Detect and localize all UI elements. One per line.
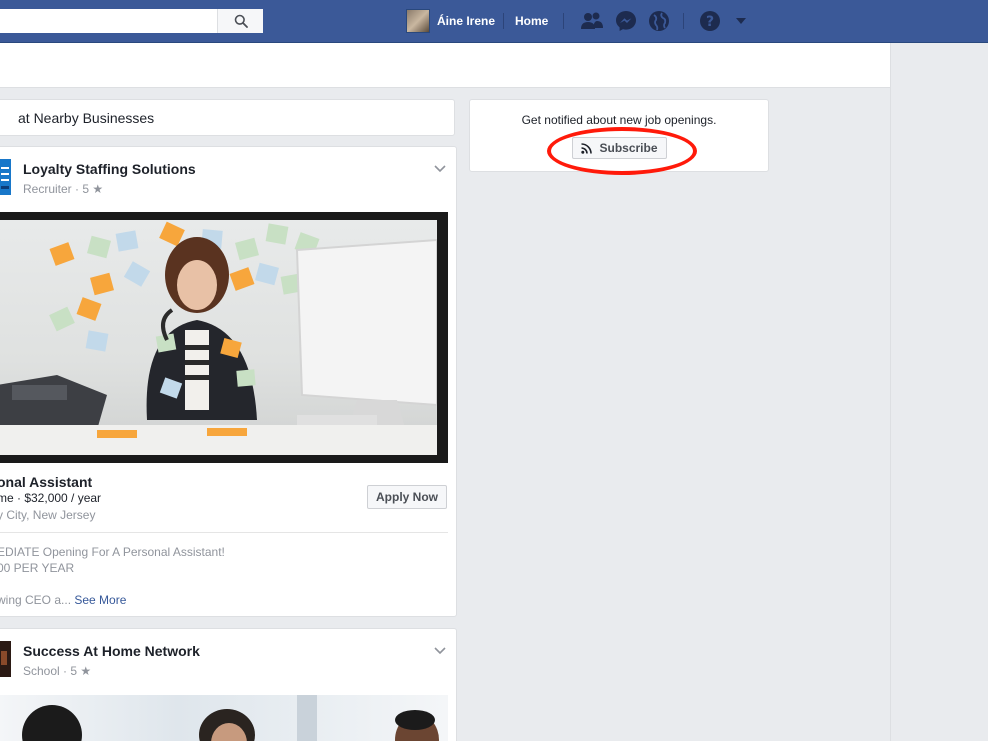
woman-figure (146, 237, 257, 420)
chevron-down-icon[interactable] (434, 644, 446, 658)
page-logo[interactable] (0, 159, 11, 195)
svg-text:?: ? (706, 14, 714, 30)
job-alerts-card: Get notified about new job openings. Sub… (469, 99, 769, 172)
job-type-salary: me · $32,000 / year (0, 491, 102, 505)
messenger-icon[interactable] (614, 10, 638, 32)
job-title[interactable]: onal Assistant (0, 474, 92, 490)
job-photo[interactable] (0, 695, 448, 741)
avatar (406, 9, 430, 33)
apply-now-button[interactable]: Apply Now (367, 485, 447, 509)
subscribe-label: Subscribe (599, 141, 658, 155)
right-rail (890, 43, 988, 741)
section-heading-card: at Nearby Businesses (0, 99, 455, 136)
nav-divider (563, 13, 564, 29)
job-alerts-text: Get notified about new job openings. (521, 113, 717, 127)
office-people-image (22, 695, 439, 741)
rss-icon (581, 142, 593, 154)
job-photo[interactable] (0, 212, 448, 463)
profile-name: Áine Irene (437, 14, 496, 28)
see-more-link[interactable]: See More (74, 593, 126, 607)
search-icon (234, 14, 248, 28)
page-name-link[interactable]: Loyalty Staffing Solutions (23, 161, 196, 177)
page-logo[interactable] (0, 641, 11, 677)
home-link[interactable]: Home (515, 14, 548, 28)
monitor (295, 238, 437, 435)
account-menu-caret-icon[interactable] (729, 10, 753, 32)
search-button[interactable] (217, 9, 263, 33)
page-subheader (0, 43, 891, 88)
page-category-rating: School · 5 ★ (23, 664, 92, 678)
help-icon[interactable]: ? (698, 10, 722, 32)
chevron-down-icon[interactable] (434, 162, 446, 176)
job-description-line: EDIATE Opening For A Personal Assistant! (0, 545, 225, 559)
top-navigation-bar: Áine Irene Home ? (0, 0, 988, 43)
job-location: y City, New Jersey (0, 508, 96, 522)
page-name-link[interactable]: Success At Home Network (23, 643, 200, 659)
search-input[interactable] (0, 9, 218, 33)
job-description-line: wing CEO a... See More (0, 593, 126, 607)
subscribe-button[interactable]: Subscribe (572, 137, 667, 159)
section-heading: at Nearby Businesses (18, 110, 155, 126)
friends-icon[interactable] (580, 10, 604, 32)
search-box (0, 9, 263, 33)
page-category-rating: Recruiter · 5 ★ (23, 182, 104, 196)
profile-link[interactable]: Áine Irene (406, 9, 495, 33)
nav-divider (503, 13, 504, 29)
job-post-card: Loyalty Staffing Solutions Recruiter · 5… (0, 146, 457, 617)
notifications-globe-icon[interactable] (647, 10, 671, 32)
job-description-snippet: wing CEO a... (0, 593, 72, 607)
job-description-line: 00 PER YEAR (0, 561, 75, 575)
office-worker-image (0, 221, 437, 455)
nav-divider (683, 13, 684, 29)
divider (0, 532, 448, 533)
job-post-card: Success At Home Network School · 5 ★ (0, 628, 457, 741)
